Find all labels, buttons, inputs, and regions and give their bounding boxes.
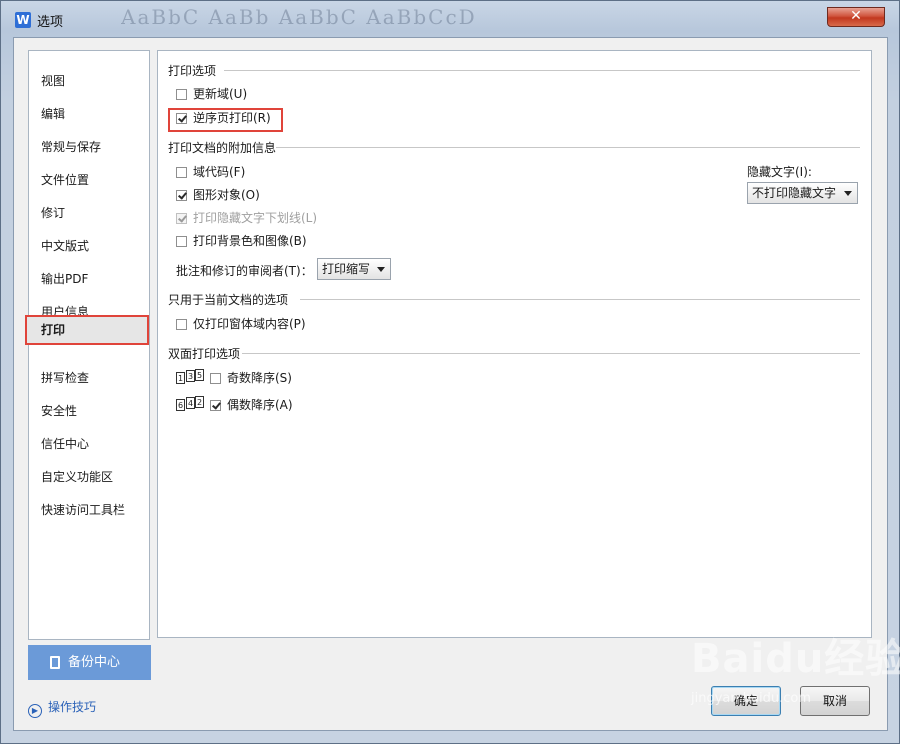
nav-item-revisions[interactable]: 修订 bbox=[29, 200, 149, 226]
section-divider bbox=[276, 147, 860, 148]
even-pages-icon: 6 4 2 bbox=[176, 396, 204, 411]
nav-item-pdf-output[interactable]: 输出PDF bbox=[29, 266, 149, 292]
print-background-label: 打印背景色和图像(B) bbox=[193, 234, 307, 248]
section-divider bbox=[242, 353, 860, 354]
hidden-text-dropdown[interactable]: 不打印隐藏文字 bbox=[747, 182, 858, 204]
reviewer-label: 批注和修订的审阅者(T)： bbox=[176, 264, 313, 278]
print-background-option[interactable]: 打印背景色和图像(B) bbox=[176, 232, 307, 250]
field-codes-option[interactable]: 域代码(F) bbox=[176, 163, 245, 181]
field-codes-checkbox[interactable] bbox=[176, 167, 187, 178]
update-fields-checkbox[interactable] bbox=[176, 89, 187, 100]
hidden-text-underline-option: 打印隐藏文字下划线(L) bbox=[176, 209, 317, 227]
hidden-text-dropdown-value: 不打印隐藏文字 bbox=[752, 186, 837, 200]
even-reverse-checkbox[interactable] bbox=[210, 400, 221, 411]
backup-center-button[interactable]: 备份中心 bbox=[28, 645, 151, 680]
section-title-current-doc: 只用于当前文档的选项 bbox=[168, 293, 289, 307]
update-fields-option[interactable]: 更新域(U) bbox=[176, 85, 247, 103]
section-divider bbox=[300, 299, 860, 300]
tips-label: 操作技巧 bbox=[48, 700, 97, 714]
nav-item-quick-access-toolbar[interactable]: 快速访问工具栏 bbox=[29, 497, 149, 523]
hidden-text-label: 隐藏文字(I): bbox=[747, 165, 812, 179]
title-bar[interactable]: AaBbC AaBb AaBbC AaBbCcD W 选项 ✕ bbox=[1, 1, 899, 39]
baidu-watermark: Baidu经验 bbox=[691, 636, 900, 682]
reverse-order-option[interactable]: 逆序页打印(R) bbox=[176, 109, 271, 127]
nav-item-spelling[interactable]: 拼写检查 bbox=[29, 365, 149, 391]
form-data-only-label: 仅打印窗体域内容(P) bbox=[193, 317, 306, 331]
reverse-order-checkbox[interactable] bbox=[176, 113, 187, 124]
window-title: 选项 bbox=[37, 15, 64, 30]
nav-item-trust-center[interactable]: 信任中心 bbox=[29, 431, 149, 457]
section-title-additional-info: 打印文档的附加信息 bbox=[168, 141, 277, 155]
print-background-checkbox[interactable] bbox=[176, 236, 187, 247]
close-button[interactable]: ✕ bbox=[827, 7, 885, 27]
odd-reverse-label: 奇数降序(S) bbox=[227, 371, 292, 385]
play-circle-icon: ▶ bbox=[28, 704, 42, 718]
options-nav: 视图 编辑 常规与保存 文件位置 修订 中文版式 输出PDF 用户信息 打印 拼… bbox=[25, 50, 150, 640]
nav-item-file-locations[interactable]: 文件位置 bbox=[29, 167, 149, 193]
reviewer-dropdown[interactable]: 打印缩写 bbox=[317, 258, 391, 280]
update-fields-label: 更新域(U) bbox=[193, 87, 248, 101]
nav-item-customize-ribbon[interactable]: 自定义功能区 bbox=[29, 464, 149, 490]
nav-item-chinese-layout[interactable]: 中文版式 bbox=[29, 233, 149, 259]
odd-pages-icon: 1 3 5 bbox=[176, 369, 204, 384]
odd-reverse-checkbox[interactable] bbox=[210, 373, 221, 384]
even-reverse-option[interactable]: 偶数降序(A) bbox=[210, 396, 293, 414]
section-title-print-options: 打印选项 bbox=[168, 64, 217, 78]
background-style-gallery: AaBbC AaBb AaBbC AaBbCcD bbox=[121, 5, 477, 29]
nav-item-security[interactable]: 安全性 bbox=[29, 398, 149, 424]
nav-item-edit[interactable]: 编辑 bbox=[29, 101, 149, 127]
baidu-watermark-url: jingyan.baidu.com bbox=[691, 691, 811, 706]
field-codes-label: 域代码(F) bbox=[193, 165, 246, 179]
section-divider bbox=[224, 70, 860, 71]
print-settings-panel: 打印选项 更新域(U) 逆序页打印(R) 打印文档的附加信息 域代码(F) 图形… bbox=[157, 50, 872, 638]
reverse-order-label: 逆序页打印(R) bbox=[193, 111, 271, 125]
backup-icon bbox=[50, 656, 60, 669]
nav-item-view[interactable]: 视图 bbox=[29, 68, 149, 94]
form-data-only-option[interactable]: 仅打印窗体域内容(P) bbox=[176, 315, 306, 333]
hidden-text-underline-label: 打印隐藏文字下划线(L) bbox=[193, 211, 318, 225]
chevron-down-icon bbox=[844, 191, 852, 196]
nav-item-general-save[interactable]: 常规与保存 bbox=[29, 134, 149, 160]
chevron-down-icon bbox=[377, 267, 385, 272]
nav-item-print[interactable]: 打印 bbox=[25, 315, 149, 345]
even-reverse-label: 偶数降序(A) bbox=[227, 398, 293, 412]
hidden-text-underline-checkbox bbox=[176, 213, 187, 224]
drawing-objects-checkbox[interactable] bbox=[176, 190, 187, 201]
odd-reverse-option[interactable]: 奇数降序(S) bbox=[210, 369, 292, 387]
backup-center-label: 备份中心 bbox=[68, 655, 121, 670]
reviewer-dropdown-value: 打印缩写 bbox=[322, 262, 371, 276]
section-title-duplex: 双面打印选项 bbox=[168, 347, 241, 361]
wps-app-icon: W bbox=[15, 12, 31, 28]
options-window: AaBbC AaBb AaBbC AaBbCcD W 选项 ✕ 视图 编辑 常规… bbox=[0, 0, 900, 744]
drawing-objects-label: 图形对象(O) bbox=[193, 188, 260, 202]
form-data-only-checkbox[interactable] bbox=[176, 319, 187, 330]
drawing-objects-option[interactable]: 图形对象(O) bbox=[176, 186, 260, 204]
tips-link[interactable]: ▶ 操作技巧 bbox=[28, 698, 96, 718]
